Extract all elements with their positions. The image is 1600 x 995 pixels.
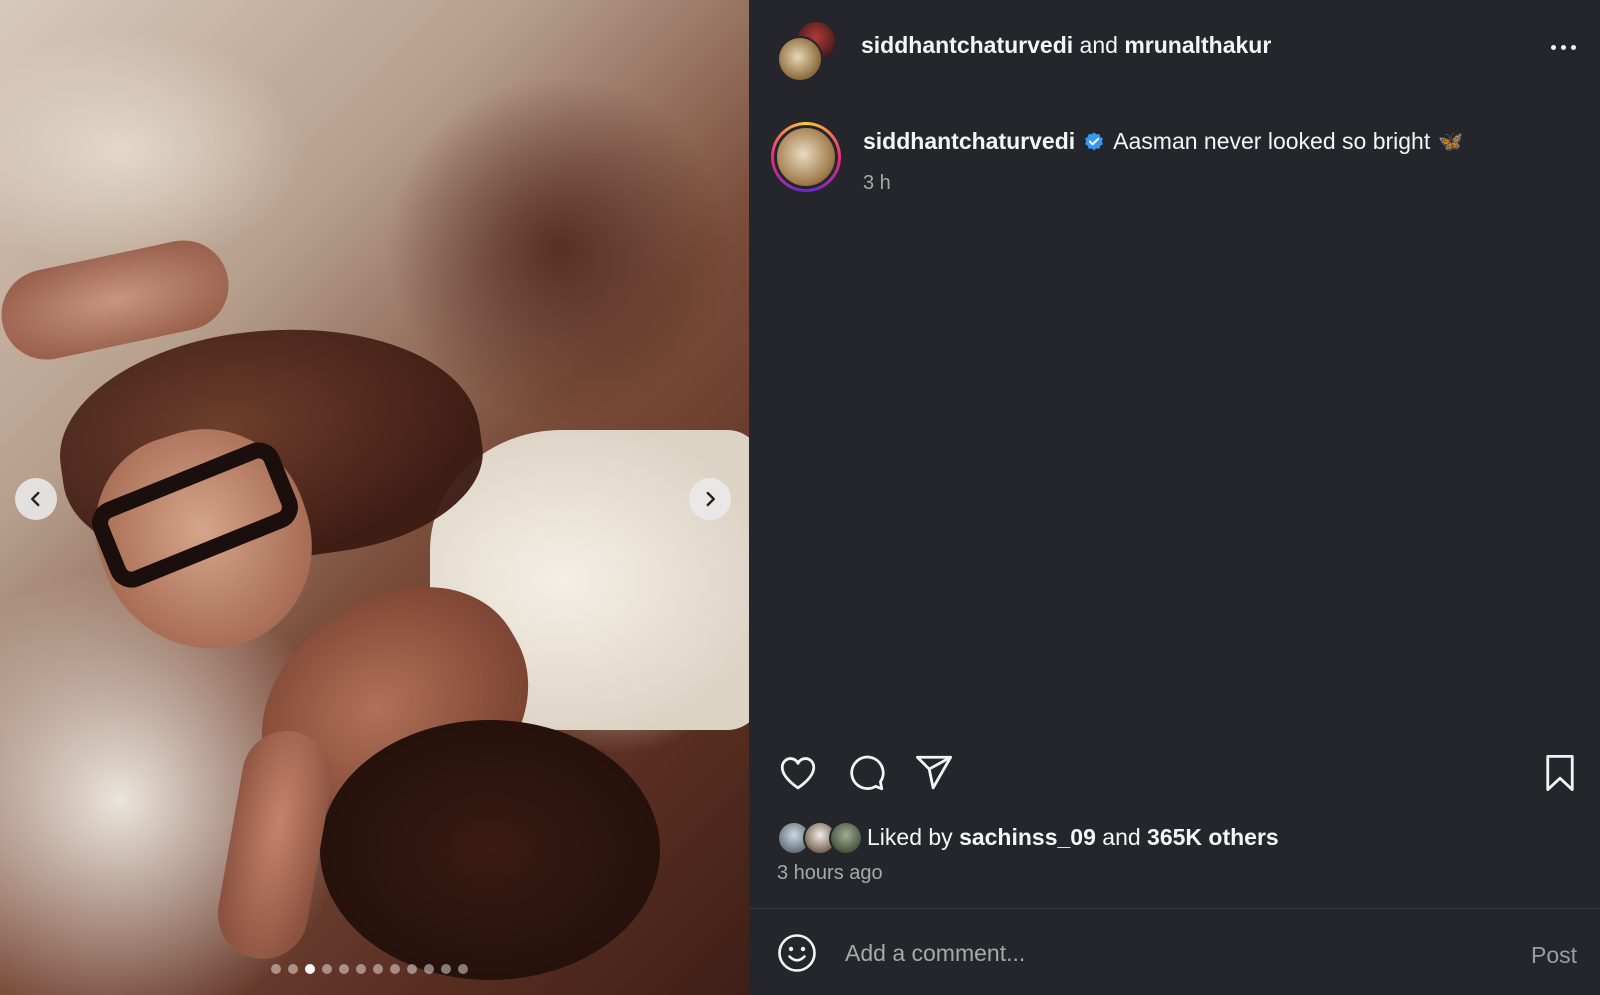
chevron-left-icon <box>31 491 40 507</box>
comment-box: Post <box>749 909 1600 995</box>
likes-joiner: and <box>1102 823 1141 850</box>
verified-icon <box>1085 131 1104 150</box>
avatar <box>774 125 838 189</box>
comment-input[interactable] <box>845 931 1465 975</box>
more-options-button[interactable] <box>1545 34 1581 60</box>
post-media[interactable] <box>0 0 749 995</box>
next-slide-button[interactable] <box>689 478 731 520</box>
emoji-picker-button[interactable] <box>777 933 817 973</box>
previous-slide-button[interactable] <box>15 478 57 520</box>
collab-avatars[interactable] <box>777 20 839 82</box>
carousel-dot <box>305 964 315 974</box>
likes-summary: Liked by sachinss_09 and 365K others <box>777 818 1279 856</box>
carousel-dot <box>424 964 434 974</box>
post-authors: siddhantchaturvedi and mrunalthakur <box>861 32 1271 59</box>
caption-text: siddhantchaturvedi Aasman never looked s… <box>863 128 1463 155</box>
post-timestamp[interactable]: 3 hours ago <box>777 862 883 885</box>
carousel-dot <box>390 964 400 974</box>
post-actions <box>777 752 1580 796</box>
carousel-dot <box>373 964 383 974</box>
post-header: siddhantchaturvedi and mrunalthakur <box>749 0 1600 95</box>
caption-avatar[interactable] <box>771 122 841 192</box>
collaborator-link[interactable]: mrunalthakur <box>1124 32 1271 58</box>
carousel-dot <box>407 964 417 974</box>
comment-button[interactable] <box>845 752 887 794</box>
photo-region-hair-2 <box>320 720 660 980</box>
carousel-dot <box>339 964 349 974</box>
share-button[interactable] <box>913 752 955 794</box>
post-details-panel: siddhantchaturvedi and mrunalthakur sidd… <box>749 0 1600 995</box>
carousel-dot <box>271 964 281 974</box>
avatar <box>829 821 863 855</box>
chevron-right-icon <box>706 491 715 507</box>
avatar[interactable] <box>777 36 823 82</box>
photo-region-hand <box>210 723 340 967</box>
carousel-dot <box>441 964 451 974</box>
emoji-icon <box>778 934 816 972</box>
caption-timestamp[interactable]: 3 h <box>863 172 891 195</box>
carousel-dot <box>322 964 332 974</box>
carousel-dot <box>288 964 298 974</box>
likes-count-link[interactable]: 365K others <box>1147 824 1279 851</box>
butterfly-emoji: 🦋 <box>1438 131 1464 153</box>
more-icon-dot <box>1570 44 1576 50</box>
bookmark-icon <box>1546 754 1574 792</box>
comment-icon <box>850 755 885 791</box>
more-icon <box>1550 44 1556 50</box>
share-icon <box>915 755 953 790</box>
authors-joiner: and <box>1079 32 1118 58</box>
heart-icon <box>780 757 816 790</box>
post-comment-button[interactable]: Post <box>1531 942 1577 969</box>
author-link[interactable]: siddhantchaturvedi <box>861 32 1073 58</box>
carousel-dot <box>458 964 468 974</box>
caption-username[interactable]: siddhantchaturvedi <box>863 128 1075 155</box>
save-button[interactable] <box>1539 752 1581 794</box>
liker-avatars[interactable] <box>777 819 867 855</box>
liker-link[interactable]: sachinss_09 <box>959 824 1096 851</box>
carousel-dot <box>356 964 366 974</box>
more-icon-dot <box>1560 44 1566 50</box>
caption-body: Aasman never looked so bright <box>1113 128 1431 154</box>
likes-prefix: Liked by <box>867 823 953 850</box>
like-button[interactable] <box>777 752 819 794</box>
carousel-indicator <box>271 964 468 974</box>
